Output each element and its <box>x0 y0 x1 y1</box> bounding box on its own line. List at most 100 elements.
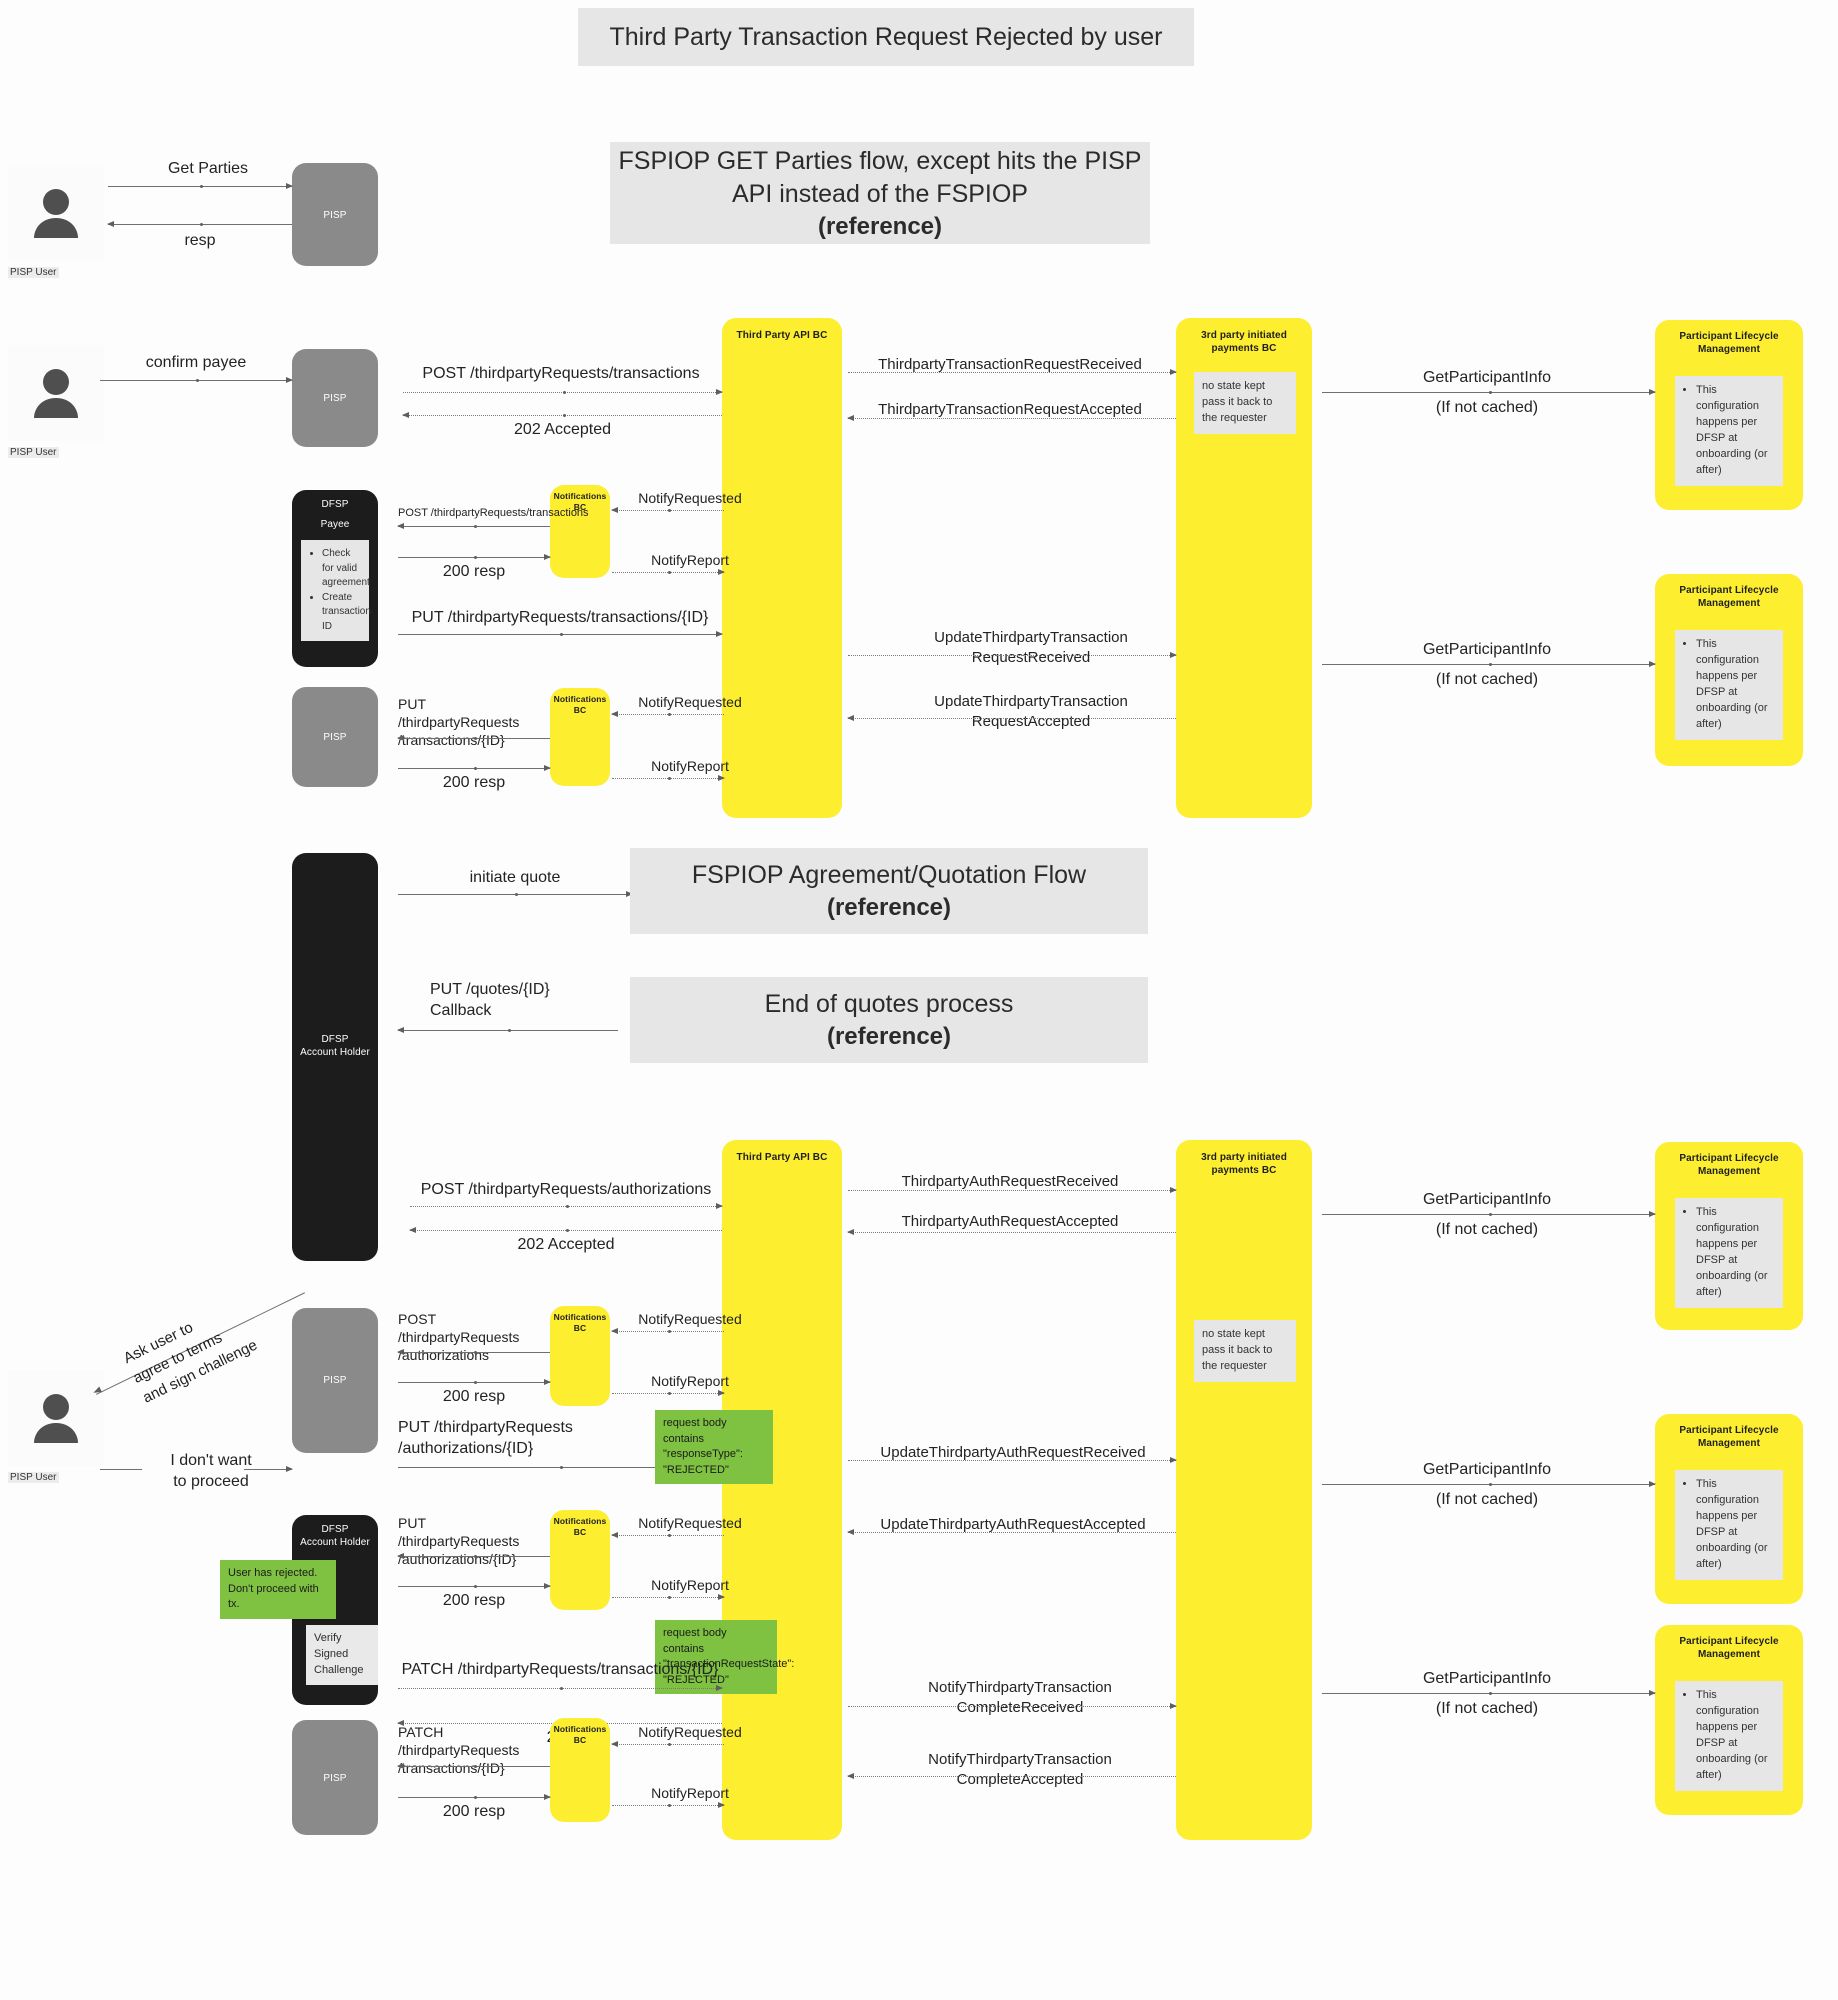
lifeline-pisp-2: PISP <box>292 349 378 447</box>
message-if-not-cached-5-label: (If not cached) <box>1435 1700 1539 1717</box>
arrow-post-auth-to-pisp <box>397 1348 550 1355</box>
lifeline-pisp-4: PISP <box>292 1308 378 1453</box>
label-line-2: /transactions/{ID} <box>398 1760 505 1777</box>
message-put-auth-id-small-label: PUT /thirdpartyRequests /authorizations/… <box>398 1514 550 1569</box>
label-line-2: to proceed <box>173 1472 249 1490</box>
lifeline-notifications-bc-1: Notifications BC <box>550 485 610 578</box>
sequence-diagram-canvas: Third Party Transaction Request Rejected… <box>0 0 1838 2000</box>
note-plm-config: This configuration happens per DFSP at o… <box>1675 630 1783 740</box>
note-plm-config: This configuration happens per DFSP at o… <box>1675 1198 1783 1308</box>
message-tptrr-accepted-label: ThirdpartyTransactionRequestAccepted <box>878 401 1142 418</box>
diagram-title: Third Party Transaction Request Rejected… <box>609 22 1163 51</box>
message-notify-report-4-label: NotifyReport <box>651 1577 729 1593</box>
label-line-2: /authorizations <box>398 1347 490 1364</box>
message-put-authorizations-id-label: PUT /thirdpartyRequests /authorizations/… <box>398 1418 586 1460</box>
arrow-i-dont-want <box>244 1465 293 1472</box>
dfsp-line-2: Account Holder <box>300 1537 370 1548</box>
plm-line-1: Participant Lifecycle <box>1679 1153 1779 1164</box>
arrow-202-accepted-1 <box>402 411 722 418</box>
actor-label: PISP User <box>8 1472 59 1483</box>
arrow-get-participant-info-5 <box>1322 1689 1656 1696</box>
arrow-get-participant-info-2 <box>1322 660 1656 667</box>
plm-line-1: Participant Lifecycle <box>1679 1425 1779 1436</box>
arrow-get-participant-info-1 <box>1322 388 1656 395</box>
dfsp-line-2: Payee <box>320 519 350 530</box>
lifeline-label: Participant Lifecycle Management <box>1655 1152 1803 1178</box>
arrow-update-tpar-received <box>848 1456 1177 1463</box>
message-get-participant-info-3-label: GetParticipantInfo <box>1422 1191 1552 1208</box>
lifeline-label: Participant Lifecycle Management <box>1655 584 1803 610</box>
lifeline-notifications-bc-3: Notifications BC <box>550 1306 610 1406</box>
message-initiate-quote-label: initiate quote <box>469 869 561 886</box>
lifeline-3rd-party-payments-bc-1: 3rd party initiated payments BC no state… <box>1176 318 1312 818</box>
arrow-resp <box>107 220 292 227</box>
arrow-initiate-quote <box>398 890 633 897</box>
lifeline-plm-4: Participant Lifecycle Management This co… <box>1655 1414 1803 1604</box>
message-notify-report-1-label: NotifyReport <box>651 552 729 568</box>
lifeline-label: Participant Lifecycle Management <box>1655 330 1803 356</box>
lifeline-label: Notifications BC <box>553 1724 607 1746</box>
label-line-2: CompleteAccepted <box>956 1770 1084 1788</box>
plm-line-1: Participant Lifecycle <box>1679 331 1779 342</box>
label-line-1: PUT /thirdpartyRequests <box>398 696 520 731</box>
message-put-transactions-id-label: PUT /thirdpartyRequests/transactions/{ID… <box>411 609 709 626</box>
arrow-put-quotes-id <box>397 1026 618 1033</box>
arrow-tptrr-accepted <box>847 414 1176 421</box>
message-if-not-cached-1-label: (If not cached) <box>1435 399 1539 416</box>
note-bullet: Create transaction ID <box>322 591 371 632</box>
message-notify-report-2-label: NotifyReport <box>651 758 729 774</box>
arrow-notify-report-3 <box>612 1389 725 1396</box>
note-text: This configuration happens per DFSP at o… <box>1696 1206 1768 1298</box>
banner-line-3: (reference) <box>826 893 952 921</box>
message-notify-requested-3-label: NotifyRequested <box>638 1311 742 1327</box>
arrow-200-resp-3 <box>398 1378 551 1385</box>
lifeline-pisp-3: PISP <box>292 687 378 787</box>
plm-line-1: Participant Lifecycle <box>1679 585 1779 596</box>
message-notify-tptc-accepted-label: NotifyThirdpartyTransaction CompleteAcce… <box>900 1750 1140 1789</box>
actor-label: PISP User <box>8 447 59 458</box>
diagram-title-banner: Third Party Transaction Request Rejected… <box>578 8 1194 66</box>
plm-line-1: Participant Lifecycle <box>1679 1636 1779 1647</box>
message-put-quotes-id-label: PUT /quotes/{ID} Callback <box>430 980 634 1022</box>
lifeline-label: Third Party API BC <box>736 1152 828 1163</box>
message-i-dont-want-label: I don't want to proceed <box>130 1451 292 1493</box>
lifeline-label: PISP <box>323 210 347 221</box>
label-line-2: RequestReceived <box>971 648 1091 666</box>
message-notify-report-5-label: NotifyReport <box>651 1785 729 1801</box>
note-green-user-rejected: User has rejected. Don't proceed with tx… <box>220 1560 336 1619</box>
plm-line-2: Management <box>1697 344 1761 355</box>
dfsp-line-1: DFSP <box>321 1524 349 1535</box>
arrow-patch-transactions-to-pisp <box>397 1762 550 1769</box>
note-plm-config: This configuration happens per DFSP at o… <box>1675 1470 1783 1580</box>
arrow-notify-requested-1 <box>611 506 724 513</box>
label-line-2: /authorizations/{ID} <box>398 1551 517 1568</box>
message-get-participant-info-2-label: GetParticipantInfo <box>1422 641 1552 658</box>
arrow-200-resp-5 <box>398 1793 551 1800</box>
label-line-1: I don't want <box>170 1452 252 1469</box>
note-bullet: Check for valid agreement <box>322 548 370 588</box>
note-text: no state kept pass it back to the reques… <box>1202 1328 1273 1372</box>
message-post-authorizations-small-label: POST /thirdpartyRequests /authorizations <box>398 1310 550 1365</box>
label-line-1: UpdateThirdpartyTransaction <box>934 629 1128 646</box>
arrow-get-participant-info-4 <box>1322 1480 1656 1487</box>
arrow-get-parties <box>108 182 293 189</box>
arrow-notify-report-2 <box>612 774 725 781</box>
message-if-not-cached-2-label: (If not cached) <box>1435 671 1539 688</box>
lifeline-label: PISP <box>323 393 347 404</box>
lifeline-sublabel: Payee <box>292 518 378 531</box>
lifeline-label: 3rd party initiated payments BC <box>1201 1152 1287 1176</box>
lifeline-label: 3rd party initiated payments BC <box>1201 330 1287 354</box>
message-post-transactions-label: POST /thirdpartyRequests/transactions <box>422 365 700 382</box>
arrow-notify-requested-3 <box>611 1327 724 1334</box>
arrow-post-transactions <box>403 388 723 395</box>
note-text: This configuration happens per DFSP at o… <box>1696 1689 1768 1781</box>
note-green-response-type: request body contains "responseType": "R… <box>655 1410 773 1485</box>
arrow-notify-report-4 <box>612 1593 725 1600</box>
note-text: This configuration happens per DFSP at o… <box>1696 384 1768 476</box>
banner-line-3: (reference) <box>817 213 943 241</box>
arrow-notify-report-1 <box>612 568 725 575</box>
arrow-200-resp-1 <box>398 553 551 560</box>
note-no-state-kept-2: no state kept pass it back to the reques… <box>1194 1320 1296 1382</box>
lifeline-label: Participant Lifecycle Management <box>1655 1424 1803 1450</box>
label-line-1: PATCH /thirdpartyRequests <box>398 1724 520 1759</box>
